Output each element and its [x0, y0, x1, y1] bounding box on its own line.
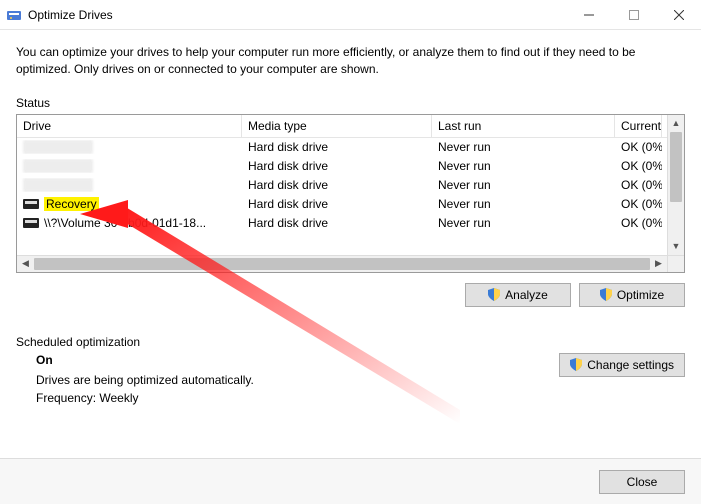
scheduled-freq: Frequency: Weekly — [36, 391, 254, 405]
app-icon — [6, 7, 22, 23]
scroll-right-icon[interactable]: ▶ — [650, 258, 667, 269]
drive-icon — [23, 178, 93, 192]
description-text: You can optimize your drives to help you… — [16, 44, 685, 78]
last-run: Never run — [432, 197, 615, 211]
window-buttons — [566, 0, 701, 29]
scheduled-desc: Drives are being optimized automatically… — [36, 373, 254, 387]
last-run: Never run — [432, 159, 615, 173]
footer: Close — [0, 458, 701, 504]
maximize-button[interactable] — [611, 0, 656, 29]
scheduled-state: On — [36, 353, 254, 367]
table-row[interactable]: Hard disk driveNever runOK (0% f — [17, 157, 684, 176]
vertical-scrollbar[interactable]: ▲ ▼ — [667, 115, 684, 255]
drive-name: Recovery — [44, 197, 99, 211]
shield-icon — [600, 288, 612, 301]
change-settings-button[interactable]: Change settings — [559, 353, 685, 377]
close-footer-button[interactable]: Close — [599, 470, 685, 494]
scheduled-optimization-label: Scheduled optimization — [16, 335, 254, 349]
status-label: Status — [16, 96, 685, 110]
change-settings-label: Change settings — [587, 358, 674, 372]
close-label: Close — [627, 475, 658, 489]
current-status: OK (0% f — [615, 159, 662, 173]
analyze-button[interactable]: Analyze — [465, 283, 571, 307]
drive-icon — [23, 199, 39, 209]
col-drive[interactable]: Drive — [17, 115, 242, 137]
drive-icon — [23, 140, 93, 154]
list-header: Drive Media type Last run Current s — [17, 115, 684, 138]
shield-icon — [570, 358, 582, 371]
col-status[interactable]: Current s — [615, 115, 662, 137]
drive-icon — [23, 218, 39, 228]
table-row[interactable]: Recovery Hard disk driveNever runOK (0% f — [17, 195, 684, 214]
col-media[interactable]: Media type — [242, 115, 432, 137]
scroll-left-icon[interactable]: ◀ — [17, 258, 34, 269]
current-status: OK (0% f — [615, 197, 662, 211]
optimize-label: Optimize — [617, 288, 664, 302]
current-status: OK (0% f — [615, 140, 662, 154]
scroll-thumb-horizontal[interactable] — [34, 258, 650, 270]
optimize-button[interactable]: Optimize — [579, 283, 685, 307]
media-type: Hard disk drive — [242, 178, 432, 192]
media-type: Hard disk drive — [242, 159, 432, 173]
table-row[interactable]: Hard disk driveNever runOK (0% f — [17, 138, 684, 157]
close-button[interactable] — [656, 0, 701, 29]
table-row[interactable]: Hard disk driveNever runOK (0% f — [17, 176, 684, 195]
scroll-down-icon[interactable]: ▼ — [668, 238, 684, 255]
scroll-corner — [667, 255, 684, 272]
drive-icon — [23, 159, 93, 173]
last-run: Never run — [432, 216, 615, 230]
current-status: OK (0% f — [615, 216, 662, 230]
table-row[interactable]: \\?\Volume 30-4b0d-01d1-18... Hard disk d… — [17, 214, 684, 233]
media-type: Hard disk drive — [242, 216, 432, 230]
scroll-thumb-vertical[interactable] — [670, 132, 682, 202]
current-status: OK (0% f — [615, 178, 662, 192]
last-run: Never run — [432, 140, 615, 154]
media-type: Hard disk drive — [242, 197, 432, 211]
titlebar[interactable]: Optimize Drives — [0, 0, 701, 30]
scroll-up-icon[interactable]: ▲ — [668, 115, 684, 132]
drives-list[interactable]: Drive Media type Last run Current s Hard… — [16, 114, 685, 273]
col-last[interactable]: Last run — [432, 115, 615, 137]
shield-icon — [488, 288, 500, 301]
last-run: Never run — [432, 178, 615, 192]
analyze-label: Analyze — [505, 288, 548, 302]
horizontal-scrollbar[interactable]: ◀ ▶ — [17, 255, 667, 272]
media-type: Hard disk drive — [242, 140, 432, 154]
minimize-button[interactable] — [566, 0, 611, 29]
window-title: Optimize Drives — [28, 8, 113, 22]
drive-name: \\?\Volume 30-4b0d-01d1-18... — [44, 216, 206, 230]
